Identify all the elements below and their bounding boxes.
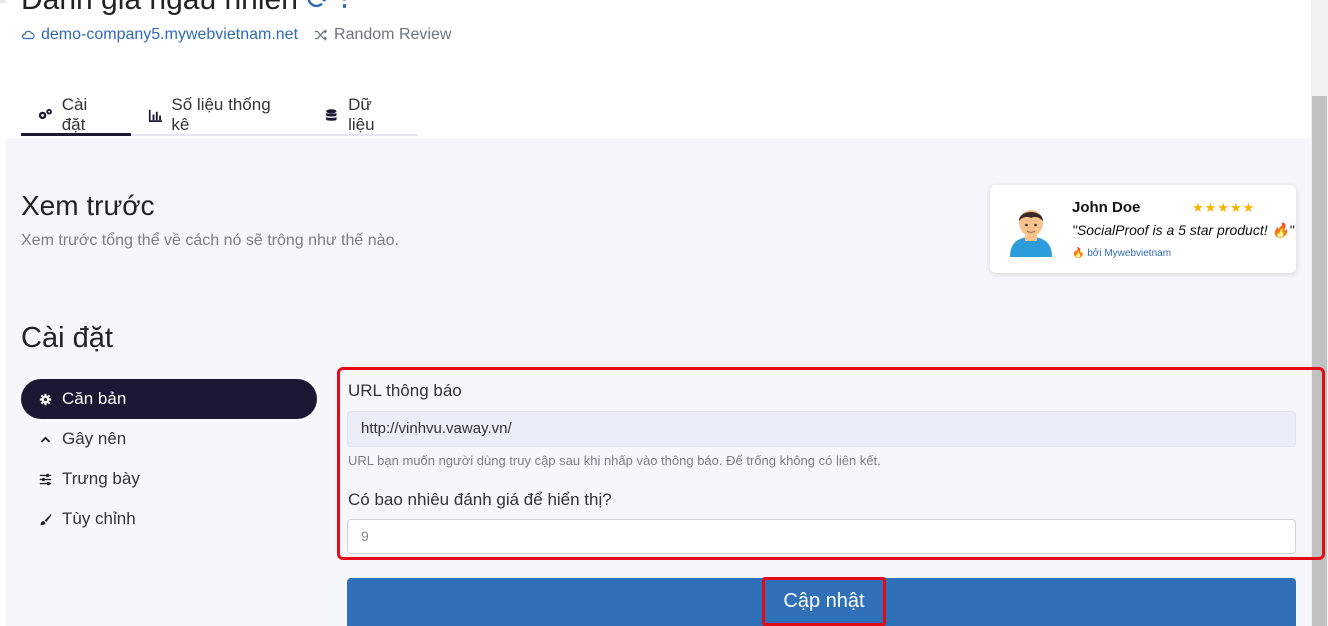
tab-data-label: Dữ liệu (348, 95, 375, 134)
database-icon (326, 108, 337, 121)
sidebar-item-customize[interactable]: Tùy chỉnh (21, 499, 317, 539)
sidebar-item-display-label: Trưng bày (62, 469, 140, 488)
tab-bar: Cài đặt Số liệu thống kê Dữ liệu (21, 94, 418, 136)
avatar (1010, 210, 1052, 257)
settings-title: Cài đặt (21, 322, 113, 354)
sidebar-item-display[interactable]: Trưng bày (21, 459, 317, 499)
chart-icon (148, 109, 162, 122)
review-count-input[interactable]: 9 (347, 519, 1296, 554)
page-title: Đánh giá ngẫu nhiên ⟳ ⁝ (21, 0, 349, 16)
url-input[interactable]: http://vinhvu.vaway.vn/ (347, 411, 1296, 447)
notification-preview[interactable]: John Doe ★★★★★ "SocialProof is a 5 star … (990, 185, 1296, 273)
tab-settings-label: Cài đặt (61, 94, 88, 134)
site-link-label: demo-company5.mywebvietnam.net (41, 26, 299, 43)
review-type: Random Review (314, 26, 451, 44)
review-count-label: Có bao nhiêu đánh giá để hiển thị? (348, 490, 612, 509)
cloud-icon (21, 30, 35, 40)
shuffle-icon (314, 29, 328, 41)
tab-settings[interactable]: Cài đặt (21, 94, 131, 136)
brush-icon (40, 513, 52, 525)
sidebar-item-basic-label: Căn bản (62, 389, 127, 408)
preview-title: Xem trước (21, 190, 155, 221)
header-sub-links: demo-company5.mywebvietnam.net Random Re… (21, 24, 451, 46)
notification-text: "SocialProof is a 5 star product! 🔥" (1072, 222, 1294, 238)
chevron-up-icon (40, 436, 51, 443)
gears-icon (38, 108, 52, 120)
sidebar-item-customize-label: Tùy chỉnh (62, 509, 136, 528)
sidebar-item-basic[interactable]: Căn bản (21, 379, 317, 419)
sliders-icon (39, 473, 52, 485)
preview-subtitle: Xem trước tổng thể về cách nó sẽ trông n… (21, 232, 399, 249)
sidebar-item-trigger-label: Gây nên (62, 429, 127, 448)
tab-statistics[interactable]: Số liệu thống kê (131, 95, 308, 134)
review-type-label: Random Review (334, 26, 452, 43)
sidebar-item-trigger[interactable]: Gây nên (21, 419, 317, 459)
tab-statistics-label: Số liệu thống kê (171, 95, 271, 134)
tab-data[interactable]: Dữ liệu (307, 95, 418, 134)
gear-icon (39, 393, 52, 405)
update-button-label[interactable]: Cập nhật (762, 577, 886, 626)
page-title-text: Đánh giá ngẫu nhiên (21, 0, 298, 16)
page-title-suffix: ⟳ ⁝ (306, 0, 349, 16)
notification-attribution[interactable]: 🔥 bởi Mywebvietnam (1072, 248, 1171, 259)
notification-name: John Doe (1072, 199, 1141, 216)
url-label: URL thông báo (348, 381, 462, 400)
url-hint: URL bạn muốn người dùng truy cập sau khi… (348, 453, 881, 468)
site-link[interactable]: demo-company5.mywebvietnam.net (21, 26, 298, 44)
star-rating: ★★★★★ (1192, 200, 1256, 215)
